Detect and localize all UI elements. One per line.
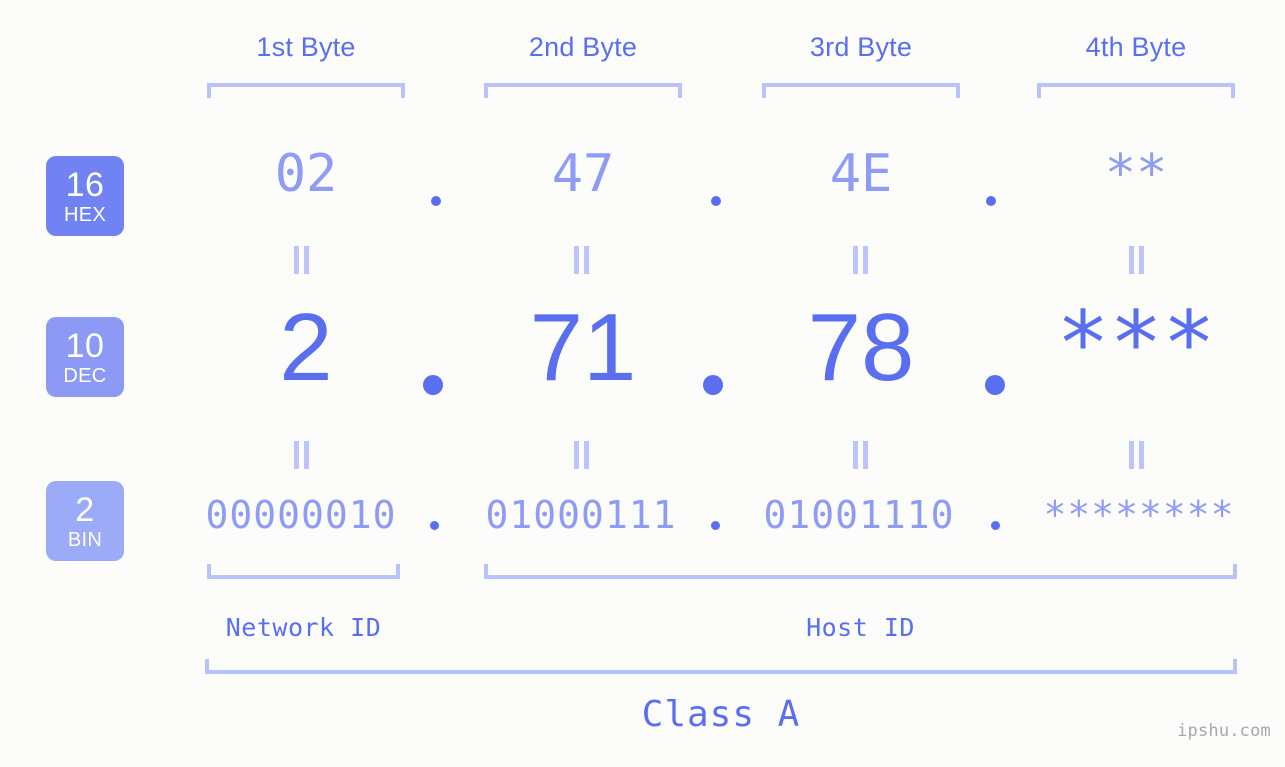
- hex-byte-2: 47: [551, 144, 615, 204]
- base-badge-dec-number: 10: [65, 326, 105, 365]
- byte-bracket-2: [484, 83, 682, 98]
- equals-icon-dec-bin-3: [849, 441, 871, 469]
- dec-separator-2: [703, 375, 723, 395]
- equals-icon-hex-dec-4: [1125, 246, 1147, 274]
- base-badge-dec-name: DEC: [63, 364, 107, 387]
- equals-icon-hex-dec-1: [290, 246, 312, 274]
- byte-bracket-3: [762, 83, 960, 98]
- hex-separator-1: [431, 196, 441, 206]
- byte-header-3: 3rd Byte: [809, 32, 913, 62]
- byte-header-2: 2nd Byte: [528, 32, 638, 62]
- base-badge-dec: 10 DEC: [46, 317, 124, 397]
- bin-byte-2: 01000111: [485, 493, 677, 537]
- class-bracket: [205, 659, 1237, 674]
- base-badge-bin-name: BIN: [67, 528, 103, 551]
- class-label: Class A: [641, 694, 801, 735]
- dec-byte-4: ***: [1056, 292, 1216, 395]
- base-badge-bin: 2 BIN: [46, 481, 124, 561]
- host-id-label: Host ID: [806, 613, 915, 642]
- hex-byte-3: 4E: [829, 144, 893, 204]
- network-id-label: Network ID: [225, 613, 382, 642]
- equals-icon-dec-bin-2: [570, 441, 592, 469]
- network-id-bracket: [207, 564, 400, 579]
- equals-icon-hex-dec-2: [570, 246, 592, 274]
- bin-byte-4: ********: [1043, 493, 1235, 537]
- dec-byte-2: 71: [529, 294, 637, 401]
- dec-separator-3: [985, 375, 1005, 395]
- dec-separator-1: [423, 375, 443, 395]
- equals-icon-hex-dec-3: [849, 246, 871, 274]
- byte-header-4: 4th Byte: [1085, 32, 1187, 62]
- base-badge-hex-name: HEX: [63, 203, 107, 226]
- equals-icon-dec-bin-1: [290, 441, 312, 469]
- bin-separator-3: [991, 521, 1000, 530]
- bin-byte-1: 00000010: [205, 493, 397, 537]
- hex-separator-3: [986, 196, 996, 206]
- hex-byte-1: 02: [274, 144, 338, 204]
- ip-address-breakdown-diagram: 1st Byte 2nd Byte 3rd Byte 4th Byte 16 H…: [0, 0, 1285, 767]
- base-badge-bin-number: 2: [75, 490, 95, 529]
- bin-separator-2: [711, 521, 720, 530]
- dec-byte-1: 2: [279, 294, 333, 401]
- dec-byte-3: 78: [807, 294, 915, 401]
- byte-header-1: 1st Byte: [256, 32, 356, 62]
- base-badge-hex: 16 HEX: [46, 156, 124, 236]
- host-id-bracket: [484, 564, 1237, 579]
- equals-icon-dec-bin-4: [1125, 441, 1147, 469]
- base-badge-hex-number: 16: [65, 165, 105, 204]
- bin-byte-3: 01001110: [763, 493, 955, 537]
- byte-bracket-1: [207, 83, 405, 98]
- byte-bracket-4: [1037, 83, 1235, 98]
- hex-separator-2: [711, 196, 721, 206]
- watermark: ipshu.com: [1177, 721, 1271, 741]
- bin-separator-1: [430, 521, 439, 530]
- hex-byte-4: **: [1104, 144, 1168, 204]
